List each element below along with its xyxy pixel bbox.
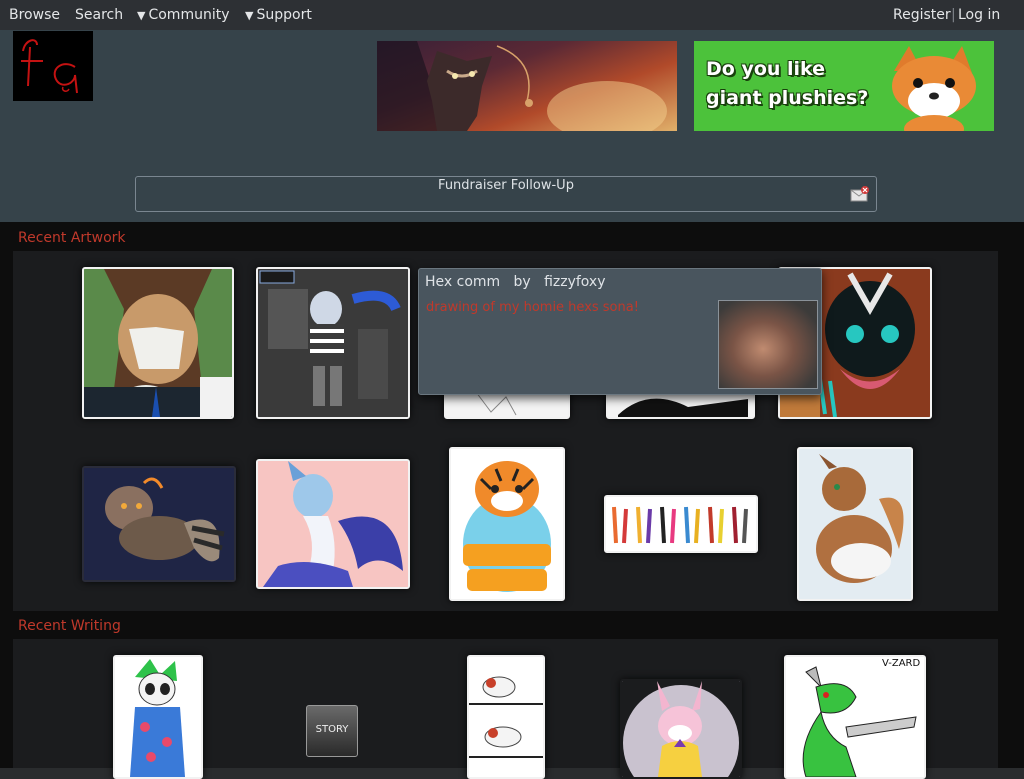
popup-by-label: by — [513, 274, 531, 290]
section-title-recent-artwork[interactable]: Recent Artwork — [18, 230, 126, 246]
site-logo[interactable] — [13, 31, 93, 101]
notice-bar: Fundraiser Follow-Up — [135, 176, 877, 212]
nav-community[interactable]: ▼ Community — [137, 7, 230, 23]
nav-separator: | — [951, 7, 956, 23]
top-nav: Browse Search ▼ Community ▼ Support Regist… — [0, 0, 1024, 30]
caret-down-icon: ▼ — [245, 9, 254, 22]
artwork-thumb[interactable] — [82, 466, 236, 582]
artwork-thumb[interactable] — [797, 447, 913, 601]
caret-down-icon: ▼ — [137, 9, 146, 22]
nav-browse[interactable]: Browse — [9, 7, 60, 23]
story-badge[interactable]: STORY — [306, 705, 358, 757]
ad-banner-plushies[interactable]: Do you like giant plushies? — [694, 41, 994, 131]
artwork-thumb[interactable] — [449, 447, 565, 601]
artwork-thumb[interactable] — [82, 267, 234, 419]
writing-thumb[interactable] — [620, 679, 742, 779]
notice-title[interactable]: Fundraiser Follow-Up — [136, 178, 876, 193]
section-title-recent-writing[interactable]: Recent Writing — [18, 618, 121, 634]
artwork-thumb[interactable] — [604, 495, 758, 553]
ad-banner-wolf[interactable] — [377, 41, 677, 131]
nav-login[interactable]: Log in — [958, 7, 1000, 23]
popup-author-avatar — [718, 300, 818, 389]
artwork-thumb[interactable] — [256, 267, 410, 419]
writing-thumb[interactable] — [467, 655, 545, 779]
nav-support-label: Support — [256, 7, 312, 23]
popup-title-line: Hex comm by fizzyfoxy — [425, 274, 606, 290]
banner-plushies-text: Do you like giant plushies? — [706, 58, 869, 109]
popup-author[interactable]: fizzyfoxy — [544, 274, 605, 290]
nav-community-label: Community — [148, 7, 230, 23]
artwork-preview-popup: Hex comm by fizzyfoxy drawing of my homi… — [418, 268, 822, 395]
story-badge-label: STORY — [315, 724, 349, 735]
writing-thumb[interactable]: V-ZARD — [784, 655, 926, 779]
writing-thumb[interactable] — [113, 655, 203, 779]
nav-search[interactable]: Search — [75, 7, 123, 23]
dismiss-notice-icon[interactable] — [850, 186, 870, 202]
popup-description: drawing of my homie hexs sona! — [426, 300, 639, 315]
nav-register[interactable]: Register — [893, 7, 951, 23]
popup-title[interactable]: Hex comm — [425, 274, 500, 290]
artwork-thumb[interactable] — [256, 459, 410, 589]
nav-support[interactable]: ▼ Support — [245, 7, 312, 23]
vzard-label: V-ZARD — [882, 658, 921, 669]
